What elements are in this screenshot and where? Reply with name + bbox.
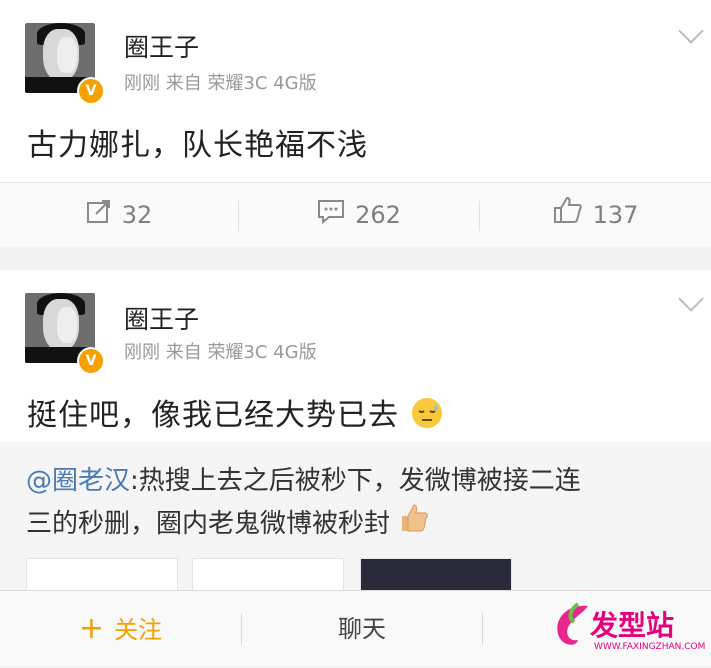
post-meta: 刚刚 来自 荣耀3C 4G版: [124, 73, 317, 94]
watermark-text: 发型站: [590, 609, 675, 642]
repost-text: @圈老汉:热搜上去之后被秒下，发微博被接二连 三的秒删，圈内老鬼微博被秒封: [26, 460, 696, 547]
post-content: 古力娜扎，队长艳福不浅: [27, 128, 368, 163]
repost-icon: [86, 184, 112, 248]
comment-count: 262: [355, 201, 401, 229]
sweat-face-icon: [410, 396, 444, 438]
verified-badge-icon: V: [77, 347, 105, 375]
chevron-down-icon[interactable]: [678, 18, 704, 44]
comment-button[interactable]: 262: [239, 183, 479, 247]
watermark-logo-icon: [557, 602, 588, 645]
repost-count: 32: [121, 201, 153, 229]
chevron-down-icon[interactable]: [678, 286, 704, 312]
post-meta: 刚刚 来自 荣耀3C 4G版: [124, 342, 317, 363]
thumbs-up-icon: [398, 502, 430, 547]
post-username[interactable]: 圈王子: [124, 300, 199, 336]
post-content-text: 挺住吧，像我已经大势已去: [27, 398, 399, 433]
repost-text-line2: 三的秒删，圈内老鬼微博被秒封: [26, 509, 391, 539]
verified-badge-icon: V: [77, 77, 105, 105]
chat-label: 聊天: [338, 615, 386, 643]
comment-icon: [317, 184, 345, 248]
post-content: 挺住吧，像我已经大势已去: [27, 390, 444, 438]
post-action-bar: 32 262 137: [0, 182, 711, 247]
like-count: 137: [592, 201, 639, 229]
repost-button[interactable]: 32: [0, 183, 238, 247]
weibo-post-1: V 圈王子 刚刚 来自 荣耀3C 4G版 古力娜扎，队长艳福不浅 32 262 …: [0, 0, 711, 247]
repost-text-line1: :热搜上去之后被秒下，发微博被接二连: [130, 466, 581, 496]
plus-icon: +: [78, 611, 105, 646]
chat-button[interactable]: 聊天: [242, 591, 482, 667]
site-watermark: 发型站 WWW.FAXINGZHAN.COM: [548, 600, 708, 662]
follow-label: 关注: [114, 616, 163, 644]
thumbs-up-outline-icon: [553, 184, 583, 248]
follow-button[interactable]: + 关注: [0, 591, 241, 667]
user-mention-link[interactable]: @圈老汉: [26, 466, 130, 496]
like-button[interactable]: 137: [480, 183, 711, 247]
post-username[interactable]: 圈王子: [124, 28, 199, 64]
watermark-url: WWW.FAXINGZHAN.COM: [594, 642, 706, 652]
